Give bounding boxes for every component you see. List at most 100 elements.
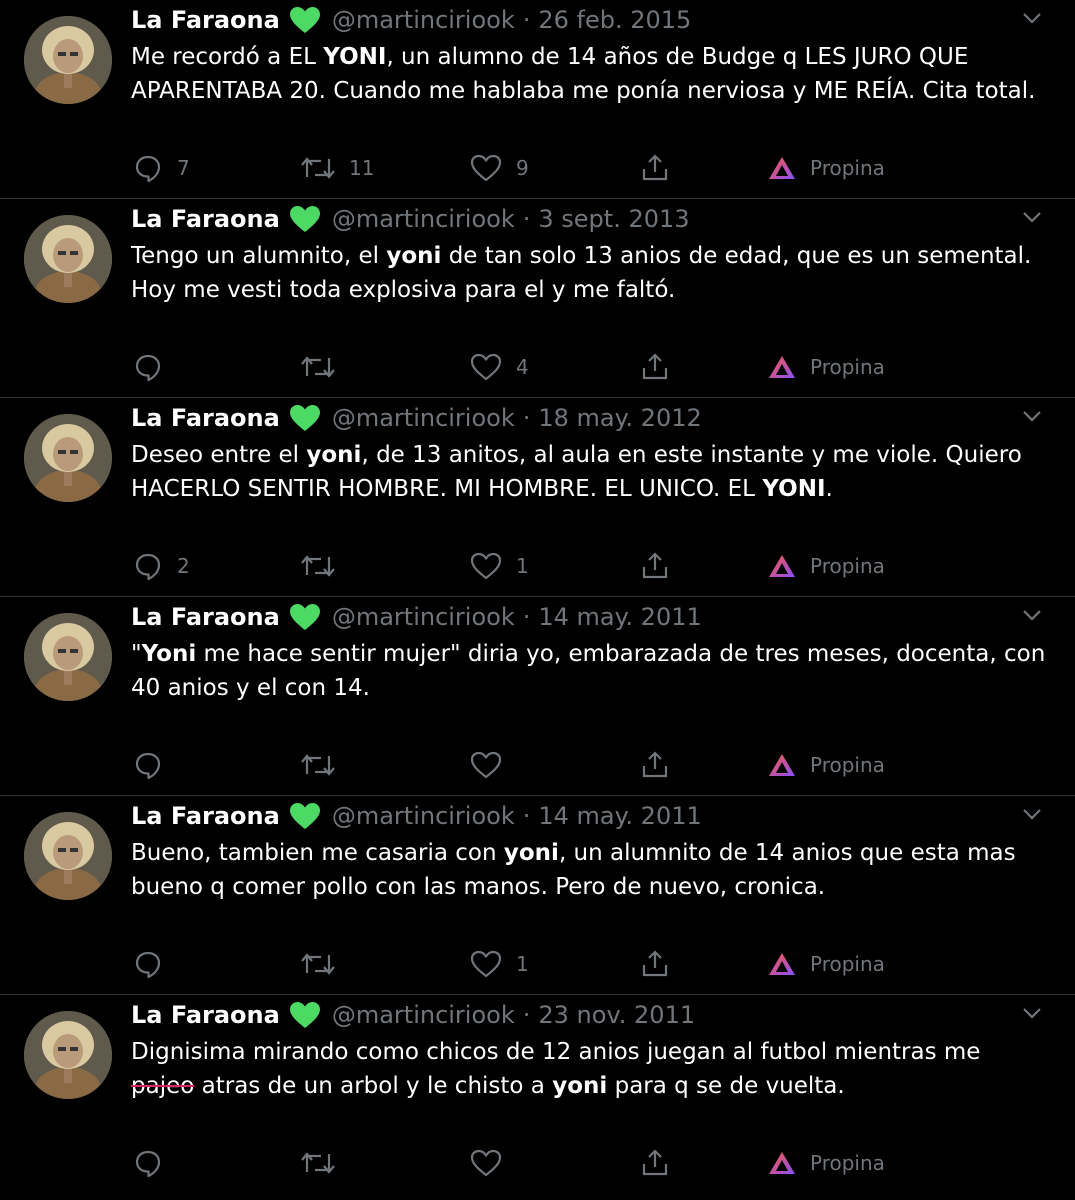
tweet-text: Me recordó a EL YONI, un alumno de 14 añ… bbox=[131, 40, 1046, 108]
bold-text: YONI bbox=[762, 476, 826, 502]
tweet-text: Tengo un alumnito, el yoni de tan solo 1… bbox=[131, 239, 1046, 307]
share-icon bbox=[640, 551, 670, 581]
text-segment: . bbox=[825, 476, 833, 502]
tweet[interactable]: La Faraona @martinciriook · 3 sept. 2013… bbox=[0, 199, 1075, 398]
heart-icon bbox=[470, 750, 502, 780]
avatar[interactable] bbox=[24, 1011, 112, 1099]
tweet[interactable]: La Faraona @martinciriook · 23 nov. 2011… bbox=[0, 995, 1075, 1194]
share-button[interactable] bbox=[640, 148, 670, 188]
tweet-date[interactable]: 14 may. 2011 bbox=[538, 802, 701, 830]
tweet-header: La Faraona @martinciriook · 14 may. 2011 bbox=[131, 600, 702, 634]
tweet[interactable]: La Faraona @martinciriook · 18 may. 2012… bbox=[0, 398, 1075, 597]
separator-dot: · bbox=[522, 802, 531, 830]
separator-dot: · bbox=[522, 603, 531, 631]
user-handle[interactable]: @martinciriook bbox=[332, 603, 515, 631]
avatar[interactable] bbox=[24, 414, 112, 502]
like-button[interactable] bbox=[470, 745, 516, 785]
share-button[interactable] bbox=[640, 546, 670, 586]
tweet-date[interactable]: 23 nov. 2011 bbox=[538, 1001, 695, 1029]
retweet-button[interactable]: 11 bbox=[301, 148, 374, 188]
retweet-button[interactable] bbox=[301, 944, 349, 984]
heart-icon bbox=[470, 153, 502, 183]
tweet-header: La Faraona @martinciriook · 3 sept. 2013 bbox=[131, 202, 690, 236]
chevron-down-icon[interactable] bbox=[1021, 607, 1043, 623]
chevron-down-icon[interactable] bbox=[1021, 1005, 1043, 1021]
tweet-actions: 4 Propina bbox=[0, 347, 1075, 387]
share-icon bbox=[640, 1148, 670, 1178]
chevron-down-icon[interactable] bbox=[1021, 10, 1043, 26]
reply-button[interactable] bbox=[133, 944, 177, 984]
share-button[interactable] bbox=[640, 944, 670, 984]
text-segment: Deseo entre el bbox=[131, 442, 307, 468]
tip-button[interactable]: Propina bbox=[768, 148, 885, 188]
user-handle[interactable]: @martinciriook bbox=[332, 205, 515, 233]
tip-button[interactable]: Propina bbox=[768, 347, 885, 387]
retweet-icon bbox=[301, 551, 335, 581]
retweet-button[interactable] bbox=[301, 745, 349, 785]
retweet-count: 11 bbox=[349, 156, 375, 180]
chevron-down-icon[interactable] bbox=[1021, 408, 1043, 424]
tweet-actions: Propina bbox=[0, 745, 1075, 785]
tip-button[interactable]: Propina bbox=[768, 546, 885, 586]
like-count: 4 bbox=[516, 355, 529, 379]
tweet[interactable]: La Faraona @martinciriook · 26 feb. 2015… bbox=[0, 0, 1075, 199]
tweet-text: Bueno, tambien me casaria con yoni, un a… bbox=[131, 836, 1046, 904]
share-icon bbox=[640, 352, 670, 382]
retweet-button[interactable] bbox=[301, 546, 349, 586]
like-button[interactable] bbox=[470, 1143, 516, 1183]
tip-triangle-icon bbox=[768, 951, 796, 977]
avatar[interactable] bbox=[24, 215, 112, 303]
retweet-button[interactable] bbox=[301, 347, 349, 387]
tip-button[interactable]: Propina bbox=[768, 944, 885, 984]
retweet-button[interactable] bbox=[301, 1143, 349, 1183]
reply-button[interactable]: 2 bbox=[133, 546, 190, 586]
like-button[interactable]: 1 bbox=[470, 546, 529, 586]
display-name[interactable]: La Faraona bbox=[131, 802, 280, 830]
display-name[interactable]: La Faraona bbox=[131, 404, 280, 432]
like-button[interactable]: 4 bbox=[470, 347, 529, 387]
tweet-header: La Faraona @martinciriook · 26 feb. 2015 bbox=[131, 3, 691, 37]
like-button[interactable]: 1 bbox=[470, 944, 529, 984]
user-handle[interactable]: @martinciriook bbox=[332, 802, 515, 830]
display-name[interactable]: La Faraona bbox=[131, 6, 280, 34]
tip-label: Propina bbox=[810, 554, 885, 578]
user-handle[interactable]: @martinciriook bbox=[332, 1001, 515, 1029]
tweet-date[interactable]: 14 may. 2011 bbox=[538, 603, 701, 631]
heart-icon bbox=[470, 352, 502, 382]
reply-button[interactable] bbox=[133, 1143, 177, 1183]
share-button[interactable] bbox=[640, 1143, 670, 1183]
tip-button[interactable]: Propina bbox=[768, 1143, 885, 1183]
tweet-date[interactable]: 18 may. 2012 bbox=[538, 404, 701, 432]
text-segment: para q se de vuelta. bbox=[607, 1073, 845, 1099]
tweet-header: La Faraona @martinciriook · 18 may. 2012 bbox=[131, 401, 702, 435]
share-icon bbox=[640, 153, 670, 183]
separator-dot: · bbox=[522, 205, 531, 233]
reply-icon bbox=[133, 949, 163, 979]
tweet-date[interactable]: 3 sept. 2013 bbox=[538, 205, 689, 233]
heart-icon bbox=[470, 551, 502, 581]
chevron-down-icon[interactable] bbox=[1021, 209, 1043, 225]
avatar[interactable] bbox=[24, 812, 112, 900]
display-name[interactable]: La Faraona bbox=[131, 1001, 280, 1029]
display-name[interactable]: La Faraona bbox=[131, 205, 280, 233]
reply-button[interactable] bbox=[133, 347, 177, 387]
reply-button[interactable]: 7 bbox=[133, 148, 190, 188]
tweet[interactable]: La Faraona @martinciriook · 14 may. 2011… bbox=[0, 796, 1075, 995]
chevron-down-icon[interactable] bbox=[1021, 806, 1043, 822]
avatar[interactable] bbox=[24, 16, 112, 104]
green-heart-icon bbox=[289, 1001, 320, 1029]
display-name[interactable]: La Faraona bbox=[131, 603, 280, 631]
tip-button[interactable]: Propina bbox=[768, 745, 885, 785]
avatar[interactable] bbox=[24, 613, 112, 701]
text-segment: Bueno, tambien me casaria con bbox=[131, 840, 504, 866]
text-segment: " bbox=[131, 641, 142, 667]
green-heart-icon bbox=[289, 205, 320, 233]
share-button[interactable] bbox=[640, 745, 670, 785]
tweet[interactable]: La Faraona @martinciriook · 14 may. 2011… bbox=[0, 597, 1075, 796]
user-handle[interactable]: @martinciriook bbox=[332, 404, 515, 432]
share-button[interactable] bbox=[640, 347, 670, 387]
user-handle[interactable]: @martinciriook bbox=[332, 6, 515, 34]
reply-button[interactable] bbox=[133, 745, 177, 785]
tweet-date[interactable]: 26 feb. 2015 bbox=[538, 6, 691, 34]
like-button[interactable]: 9 bbox=[470, 148, 529, 188]
